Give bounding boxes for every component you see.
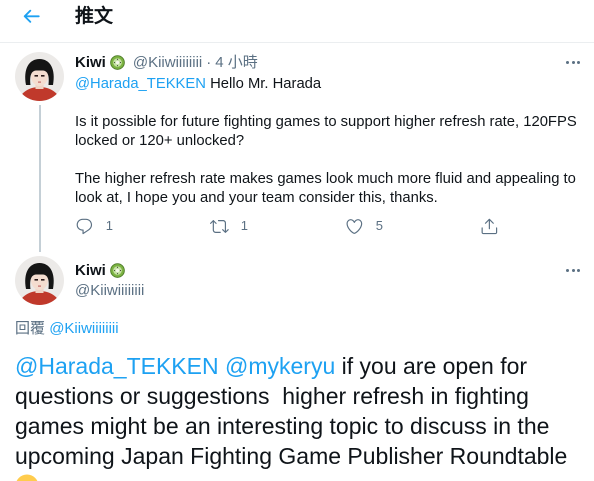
tweet-paragraph: Is it possible for future fighting games… [75,114,577,149]
thread-connector-line [39,105,41,252]
kiwi-fruit-icon [110,55,125,70]
tweet-handle-row: @Kiiwiiiiiiii [75,281,144,300]
kiwi-fruit-icon [110,263,125,278]
avatar-image [15,256,64,305]
mention-link[interactable]: @Harada_TEKKEN [75,76,206,92]
tweet-timestamp[interactable]: 4 小時 [215,53,258,72]
time-separator: · [206,54,212,71]
more-icon-dot [571,60,575,64]
author-name[interactable]: Kiwi [75,53,106,72]
like-count: 5 [375,218,383,233]
more-icon-dot [577,60,580,64]
share-icon[interactable] [480,217,499,236]
more-icon-dot [571,268,575,272]
page-header: 推文 [0,0,594,43]
retweet-action: 1 [210,216,345,236]
tweet-paragraph: @Harada_TEKKEN Hello Mr. Harada [75,75,584,94]
replying-to-line: 回覆 @Kiiwiiiiiiii [15,319,119,338]
mention-link[interactable]: @mykeryu [225,353,335,379]
page-title: 推文 [75,6,114,27]
share-action [480,216,499,236]
tweet-paragraph: The higher refresh rate makes games look… [75,171,576,206]
tweet-thread-page: 推文 Kiwi @Kiiwiiiiiiii · 4 小時 @Harada_TEK… [0,0,594,481]
avatar[interactable] [15,256,64,305]
greeting-text: Hello Mr. Harada [210,76,322,92]
more-icon [566,60,569,64]
replying-to-label: 回覆 [15,320,46,337]
reply-action: 1 [75,216,210,236]
retweet-count: 1 [240,218,248,233]
tweet-text: @Harada_TEKKEN Hello Mr. Harada Is it po… [75,75,584,208]
reply-count: 1 [105,218,113,233]
more-icon [566,268,569,272]
focused-tweet-text: @Harada_TEKKEN @mykeryu if you are open … [15,351,579,481]
reply-icon[interactable] [75,217,94,236]
author-handle[interactable]: @Kiiwiiiiiiii [75,281,144,300]
author-name[interactable]: Kiwi [75,261,106,280]
tweet-author-row: Kiwi @Kiiwiiiiiiii · 4 小時 [75,53,258,72]
back-button[interactable] [12,0,50,35]
arrow-left-icon [23,9,40,23]
author-handle[interactable]: @Kiiwiiiiiiii [133,53,202,72]
like-action: 5 [345,216,480,236]
tweet-author-row: Kiwi [75,261,125,280]
mention-link[interactable]: @Harada_TEKKEN [15,353,219,379]
replying-to-handle[interactable]: @Kiiwiiiiiiii [49,320,118,337]
avatar-image [15,52,64,101]
avatar[interactable] [15,52,64,101]
more-options-button[interactable] [558,255,588,285]
more-options-button[interactable] [558,47,588,77]
more-icon-dot [577,268,580,272]
tweet-action-bar: 1 1 5 [75,216,499,236]
heart-icon[interactable] [345,217,364,236]
smiling-face-emoji-icon [15,474,39,481]
retweet-icon[interactable] [210,217,229,236]
